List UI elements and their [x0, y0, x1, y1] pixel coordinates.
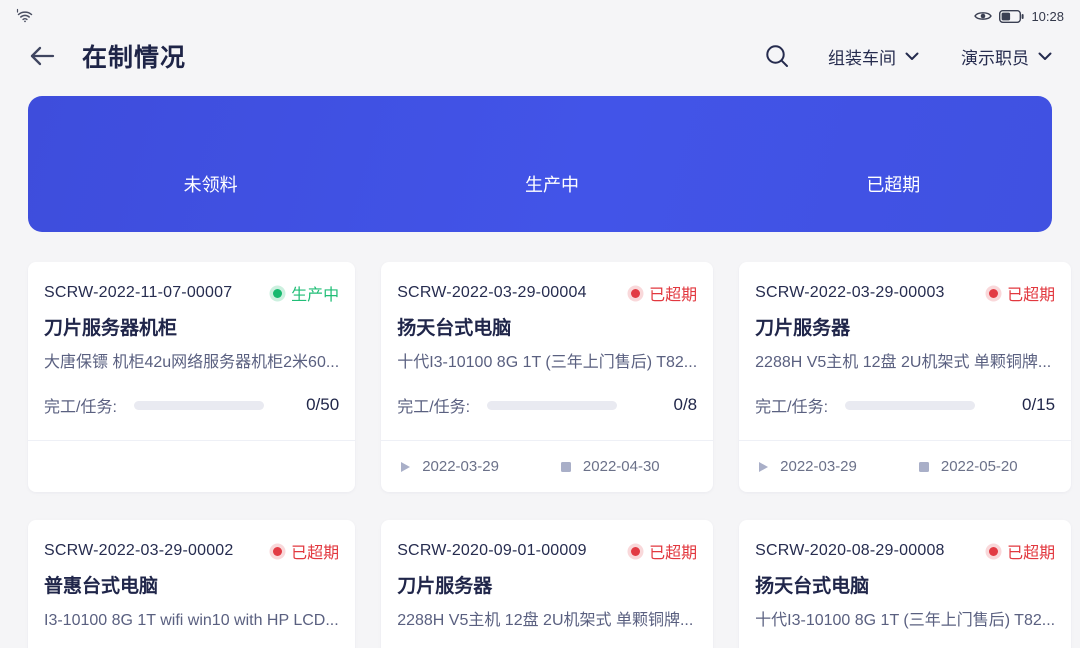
card-body: SCRW-2020-08-29-00008 已超期 扬天台式电脑 十代I3-10…	[739, 520, 1071, 648]
status-dot-icon	[989, 289, 998, 298]
card-footer: 2022-03-29 2022-04-30	[381, 441, 713, 492]
product-description: 2288H V5主机 12盘 2U机架式 单颗铜牌...	[755, 353, 1055, 373]
order-number: SCRW-2022-03-29-00002	[44, 542, 234, 560]
status-summary-banner: 未领料 生产中 已超期	[28, 96, 1052, 232]
battery-icon	[999, 10, 1024, 23]
order-number: SCRW-2022-03-29-00004	[397, 284, 587, 302]
card-body: SCRW-2022-03-29-00002 已超期 普惠台式电脑 I3-1010…	[28, 520, 355, 648]
product-description: 大唐保镖 机柜42u网络服务器机柜2米60...	[44, 353, 339, 373]
product-description: 十代I3-10100 8G 1T (三年上门售后) T82...	[755, 611, 1055, 631]
order-number: SCRW-2020-08-29-00008	[755, 542, 945, 560]
progress-label: 完工/任务:	[397, 393, 470, 417]
product-title: 刀片服务器机柜	[44, 317, 339, 341]
card-body: SCRW-2022-03-29-00004 已超期 扬天台式电脑 十代I3-10…	[381, 262, 713, 414]
status-label: 已超期	[1007, 539, 1055, 563]
progress-value: 0/8	[617, 395, 697, 415]
square-icon	[561, 462, 571, 472]
due-date-value: 2022-04-30	[583, 458, 660, 475]
progress-label: 完工/任务:	[755, 393, 828, 417]
card-body: SCRW-2022-03-29-00003 已超期 刀片服务器 2288H V5…	[739, 262, 1071, 414]
progress-row: 完工/任务: 0/15	[755, 396, 1055, 414]
order-number: SCRW-2022-11-07-00007	[44, 284, 232, 302]
progress-row: 完工/任务: 0/8	[397, 396, 697, 414]
work-order-card[interactable]: SCRW-2020-08-29-00008 已超期 扬天台式电脑 十代I3-10…	[739, 520, 1071, 648]
tab-in-production[interactable]: 生产中	[381, 171, 722, 197]
header: 在制情况 组装车间 演示职员	[0, 28, 1080, 84]
start-date-value: 2022-03-29	[422, 458, 499, 475]
status-label: 生产中	[291, 281, 339, 305]
status-label: 已超期	[649, 539, 697, 563]
clock-time: 10:28	[1031, 9, 1064, 24]
product-description: 十代I3-10100 8G 1T (三年上门售后) T82...	[397, 353, 697, 373]
tab-overdue[interactable]: 已超期	[723, 171, 1064, 197]
status-badge: 生产中	[273, 281, 339, 305]
progress-bar	[134, 401, 264, 410]
tab-not-picked[interactable]: 未领料	[40, 171, 381, 197]
progress-row: 完工/任务: 0/50	[44, 396, 339, 414]
status-dot-icon	[273, 289, 282, 298]
play-icon	[401, 462, 410, 472]
status-dot-icon	[631, 289, 640, 298]
card-body: SCRW-2022-11-07-00007 生产中 刀片服务器机柜 大唐保镖 机…	[28, 262, 355, 414]
status-badge: 已超期	[989, 539, 1055, 563]
play-icon	[759, 462, 768, 472]
progress-label: 完工/任务:	[44, 393, 117, 417]
product-title: 扬天台式电脑	[397, 317, 697, 341]
chevron-down-icon	[905, 52, 919, 61]
product-title: 刀片服务器	[755, 317, 1055, 341]
page-title: 在制情况	[82, 38, 186, 74]
status-badge: 已超期	[989, 281, 1055, 305]
status-bar: 10:28	[0, 0, 1080, 28]
workshop-dropdown-label: 组装车间	[828, 44, 896, 69]
order-number: SCRW-2020-09-01-00009	[397, 542, 587, 560]
work-order-card[interactable]: SCRW-2022-03-29-00002 已超期 普惠台式电脑 I3-1010…	[28, 520, 355, 648]
card-footer: 2022-03-29 2022-05-20	[739, 441, 1071, 492]
wifi-icon	[16, 8, 34, 24]
progress-value: 0/15	[975, 395, 1055, 415]
work-order-card[interactable]: SCRW-2020-09-01-00009 已超期 刀片服务器 2288H V5…	[381, 520, 713, 648]
status-label: 已超期	[649, 281, 697, 305]
status-badge: 已超期	[273, 539, 339, 563]
product-title: 扬天台式电脑	[755, 575, 1055, 599]
product-title: 普惠台式电脑	[44, 575, 339, 599]
status-badge: 已超期	[631, 281, 697, 305]
search-icon[interactable]	[764, 43, 790, 69]
progress-bar	[845, 401, 975, 410]
product-description: 2288H V5主机 12盘 2U机架式 单颗铜牌...	[397, 611, 697, 631]
square-icon	[919, 462, 929, 472]
status-dot-icon	[273, 547, 282, 556]
status-label: 已超期	[1007, 281, 1055, 305]
card-grid: SCRW-2022-11-07-00007 生产中 刀片服务器机柜 大唐保镖 机…	[28, 262, 1052, 648]
eye-icon	[974, 10, 992, 22]
status-dot-icon	[989, 547, 998, 556]
start-date: 2022-03-29	[401, 458, 499, 475]
user-dropdown-label: 演示职员	[961, 44, 1029, 69]
status-dot-icon	[631, 547, 640, 556]
order-number: SCRW-2022-03-29-00003	[755, 284, 945, 302]
progress-bar	[487, 401, 617, 410]
progress-value: 0/50	[264, 395, 339, 415]
chevron-down-icon	[1038, 52, 1052, 61]
due-date: 2022-04-30	[561, 458, 660, 475]
product-title: 刀片服务器	[397, 575, 697, 599]
status-label: 已超期	[291, 539, 339, 563]
start-date: 2022-03-29	[759, 458, 857, 475]
back-button[interactable]	[28, 45, 56, 67]
user-dropdown[interactable]: 演示职员	[961, 44, 1052, 69]
product-description: I3-10100 8G 1T wifi win10 with HP LCD...	[44, 611, 339, 631]
start-date-value: 2022-03-29	[780, 458, 857, 475]
work-order-card[interactable]: SCRW-2022-11-07-00007 生产中 刀片服务器机柜 大唐保镖 机…	[28, 262, 355, 492]
workshop-dropdown[interactable]: 组装车间	[828, 44, 919, 69]
status-badge: 已超期	[631, 539, 697, 563]
card-footer	[28, 441, 355, 492]
work-order-card[interactable]: SCRW-2022-03-29-00003 已超期 刀片服务器 2288H V5…	[739, 262, 1071, 492]
due-date: 2022-05-20	[919, 458, 1018, 475]
due-date-value: 2022-05-20	[941, 458, 1018, 475]
work-order-card[interactable]: SCRW-2022-03-29-00004 已超期 扬天台式电脑 十代I3-10…	[381, 262, 713, 492]
card-body: SCRW-2020-09-01-00009 已超期 刀片服务器 2288H V5…	[381, 520, 713, 648]
